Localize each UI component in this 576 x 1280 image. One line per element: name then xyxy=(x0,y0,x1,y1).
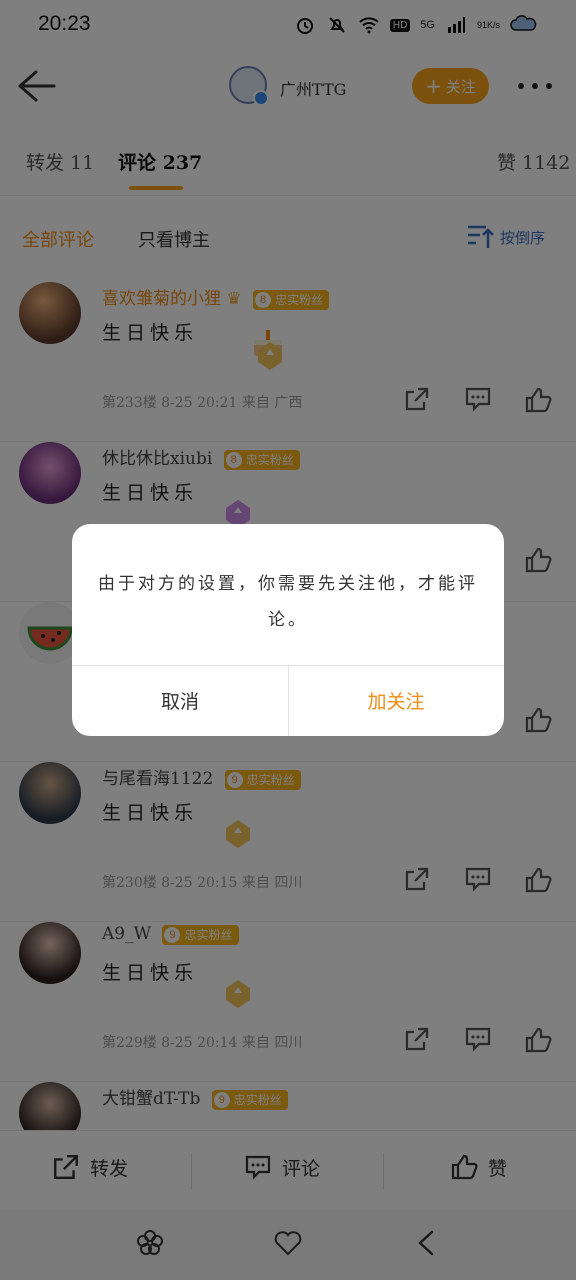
follow-required-dialog: 由于对方的设置，你需要先关注他，才能评论。 取消 加关注 xyxy=(72,524,504,736)
cancel-button[interactable]: 取消 xyxy=(72,665,288,736)
dialog-message: 由于对方的设置，你需要先关注他，才能评论。 xyxy=(98,574,478,630)
add-follow-button[interactable]: 加关注 xyxy=(288,665,504,736)
